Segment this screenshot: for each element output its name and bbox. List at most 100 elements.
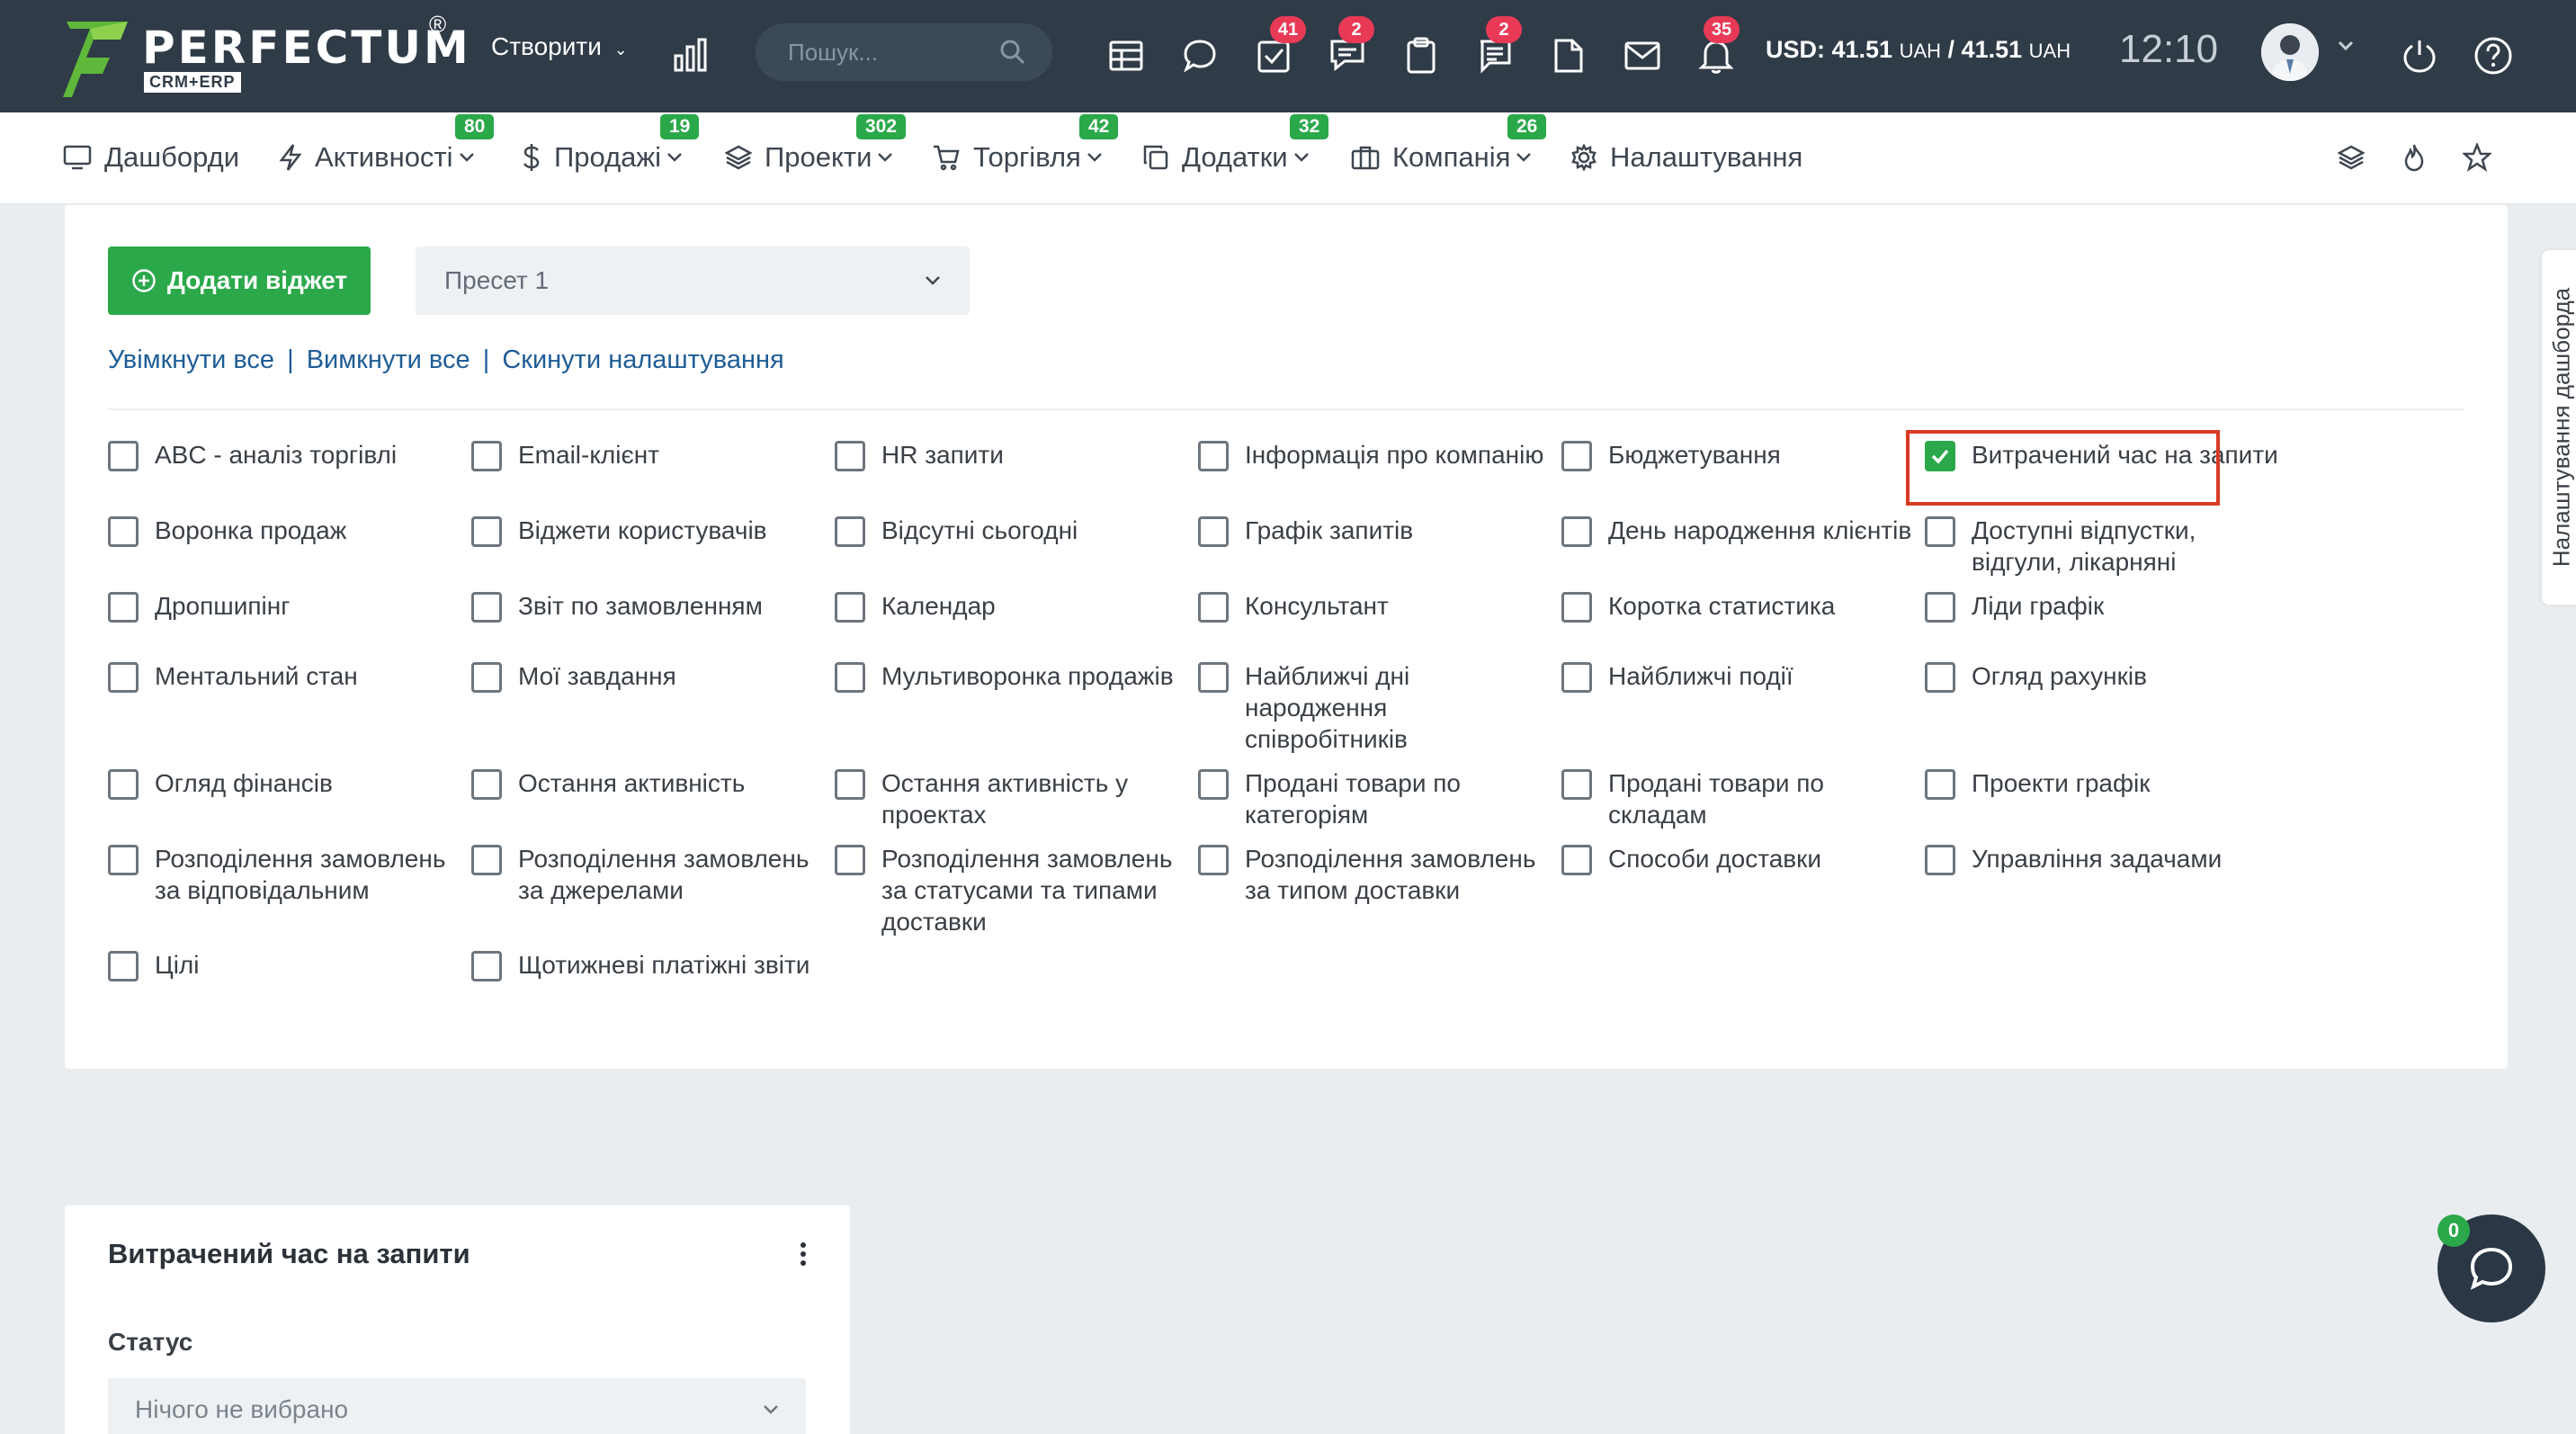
widget-checkbox-item[interactable]: Розподілення замовлень за статусами та т…	[835, 843, 1191, 937]
widget-checkbox-item[interactable]: Бюджетування	[1561, 439, 1918, 471]
widget-checkbox-item[interactable]: Інформація про компанію	[1198, 439, 1554, 471]
checkbox[interactable]	[471, 592, 502, 623]
nav-item-projects[interactable]: Проекти 302	[725, 114, 907, 175]
checkbox[interactable]	[1561, 769, 1592, 800]
logout-button[interactable]	[2396, 32, 2443, 79]
enable-all-link[interactable]: Увімкнути все	[108, 345, 274, 374]
checkbox[interactable]	[1561, 516, 1592, 547]
widget-checkbox-item[interactable]: Розподілення замовлень за відповідальним	[108, 843, 464, 906]
nav-item-activities[interactable]: Активності 80	[279, 114, 495, 175]
nav-item-company[interactable]: Компанія 26	[1351, 114, 1547, 175]
widget-checkbox-item[interactable]: Способи доставки	[1561, 843, 1918, 875]
widget-checkbox-item[interactable]: Огляд фінансів	[108, 767, 464, 800]
nav-item-addons[interactable]: Додатки 32	[1142, 114, 1329, 175]
search-icon[interactable]	[998, 38, 1027, 67]
checkbox[interactable]	[1925, 516, 1955, 547]
checkbox[interactable]	[108, 845, 139, 875]
checkbox[interactable]	[471, 441, 502, 471]
widget-checkbox-item[interactable]: Огляд рахунків	[1925, 660, 2281, 693]
widget-checkbox-item[interactable]: День народження клієнтів	[1561, 515, 1918, 547]
checkbox[interactable]	[108, 516, 139, 547]
disable-all-link[interactable]: Вимкнути все	[307, 345, 470, 374]
checkbox[interactable]	[1198, 845, 1229, 875]
widget-checkbox-item[interactable]: Консультант	[1198, 590, 1554, 623]
checkbox[interactable]	[1561, 441, 1592, 471]
widget-checkbox-item[interactable]: Мої завдання	[471, 660, 827, 693]
widget-menu-button[interactable]	[790, 1236, 817, 1272]
checkbox[interactable]	[1925, 662, 1955, 693]
favorites-button[interactable]	[2457, 138, 2497, 177]
search-box[interactable]	[756, 23, 1052, 81]
nav-item-trade[interactable]: Торгівля 42	[932, 114, 1119, 175]
widget-checkbox-item[interactable]: Цілі	[108, 949, 464, 981]
notifications-button[interactable]: 35	[1693, 16, 1740, 79]
search-input[interactable]	[788, 36, 986, 68]
checkbox[interactable]	[1198, 441, 1229, 471]
widget-checkbox-item[interactable]: Email-клієнт	[471, 439, 827, 471]
documents-button[interactable]	[1545, 32, 1592, 79]
chat-button[interactable]	[1176, 32, 1223, 79]
checkbox[interactable]	[1198, 516, 1229, 547]
reset-settings-link[interactable]: Скинути налаштування	[502, 345, 783, 374]
checkbox[interactable]	[835, 662, 865, 693]
checkbox[interactable]	[1561, 845, 1592, 875]
dashboard-settings-tab[interactable]: Налаштування дашборда	[2542, 250, 2576, 605]
widget-checkbox-item[interactable]: Остання активність у проектах	[835, 767, 1191, 830]
widget-checkbox-item[interactable]: Розподілення замовлень за джерелами	[471, 843, 827, 906]
checkbox[interactable]	[1925, 769, 1955, 800]
create-menu[interactable]: Створити ⌄	[491, 32, 628, 61]
widget-checkbox-item[interactable]: Графік запитів	[1198, 515, 1554, 547]
user-menu-chevron[interactable]	[2337, 40, 2355, 57]
checkbox[interactable]	[1925, 845, 1955, 875]
checkbox[interactable]	[108, 662, 139, 693]
avatar[interactable]	[2261, 23, 2319, 81]
widget-checkbox-item[interactable]: Воронка продаж	[108, 515, 464, 547]
widget-checkbox-item[interactable]: Ліди графік	[1925, 590, 2281, 623]
widget-checkbox-item[interactable]: HR запити	[835, 439, 1191, 471]
checkbox[interactable]	[1198, 662, 1229, 693]
widget-checkbox-item[interactable]: Календар	[835, 590, 1191, 623]
checkbox[interactable]	[835, 592, 865, 623]
widget-checkbox-item[interactable]: Коротка статистика	[1561, 590, 1918, 623]
widget-checkbox-item[interactable]: Остання активність	[471, 767, 827, 800]
help-button[interactable]	[2470, 32, 2517, 79]
widget-checkbox-item[interactable]: Найближчі дні народження співробітників	[1198, 660, 1554, 755]
checkbox[interactable]	[108, 951, 139, 981]
stats-button[interactable]	[667, 32, 714, 79]
checkbox[interactable]	[471, 662, 502, 693]
table-button[interactable]	[1103, 32, 1149, 79]
checkbox[interactable]	[1925, 592, 1955, 623]
widget-checkbox-item[interactable]: Відсутні сьогодні	[835, 515, 1191, 547]
layers-button[interactable]	[2331, 138, 2371, 177]
checkbox[interactable]	[835, 845, 865, 875]
checkbox[interactable]	[1198, 592, 1229, 623]
preset-select[interactable]: Пресет 1	[416, 246, 970, 315]
widget-checkbox-item[interactable]: Найближчі події	[1561, 660, 1918, 693]
checkbox[interactable]	[1198, 769, 1229, 800]
checkbox[interactable]	[835, 441, 865, 471]
mail-button[interactable]	[1619, 32, 1666, 79]
tasks-button[interactable]: 41	[1250, 16, 1306, 79]
checkbox[interactable]	[108, 769, 139, 800]
status-select[interactable]: Нічого не вибрано	[108, 1378, 806, 1434]
comments-button[interactable]: 2	[1324, 16, 1374, 79]
checkbox[interactable]	[1561, 592, 1592, 623]
widget-checkbox-item[interactable]: Розподілення замовлень за типом доставки	[1198, 843, 1554, 906]
widget-checkbox-item[interactable]: Віджети користувачів	[471, 515, 827, 547]
checkbox[interactable]	[1561, 662, 1592, 693]
checkbox[interactable]	[835, 516, 865, 547]
messages-button[interactable]: 2	[1471, 16, 1522, 79]
checkbox[interactable]	[471, 845, 502, 875]
widget-checkbox-item[interactable]: Доступні відпустки, відгули, лікарняні	[1925, 515, 2281, 578]
widget-checkbox-item[interactable]: Управління задачами	[1925, 843, 2281, 875]
checkbox[interactable]	[471, 769, 502, 800]
widget-checkbox-item[interactable]: Проекти графік	[1925, 767, 2281, 800]
logo[interactable]: PERFECTUM ® CRM+ERP	[63, 11, 469, 103]
clipboard-button[interactable]	[1398, 32, 1445, 79]
nav-item-sales[interactable]: Продажі 19	[522, 114, 700, 175]
checkbox[interactable]	[471, 516, 502, 547]
widget-checkbox-item[interactable]: Ментальний стан	[108, 660, 464, 693]
widget-checkbox-item[interactable]: Щотижневі платіжні звіти	[471, 949, 827, 981]
widget-checkbox-item[interactable]: Продані товари по категоріям	[1198, 767, 1554, 830]
widget-checkbox-item[interactable]: Звіт по замовленням	[471, 590, 827, 623]
